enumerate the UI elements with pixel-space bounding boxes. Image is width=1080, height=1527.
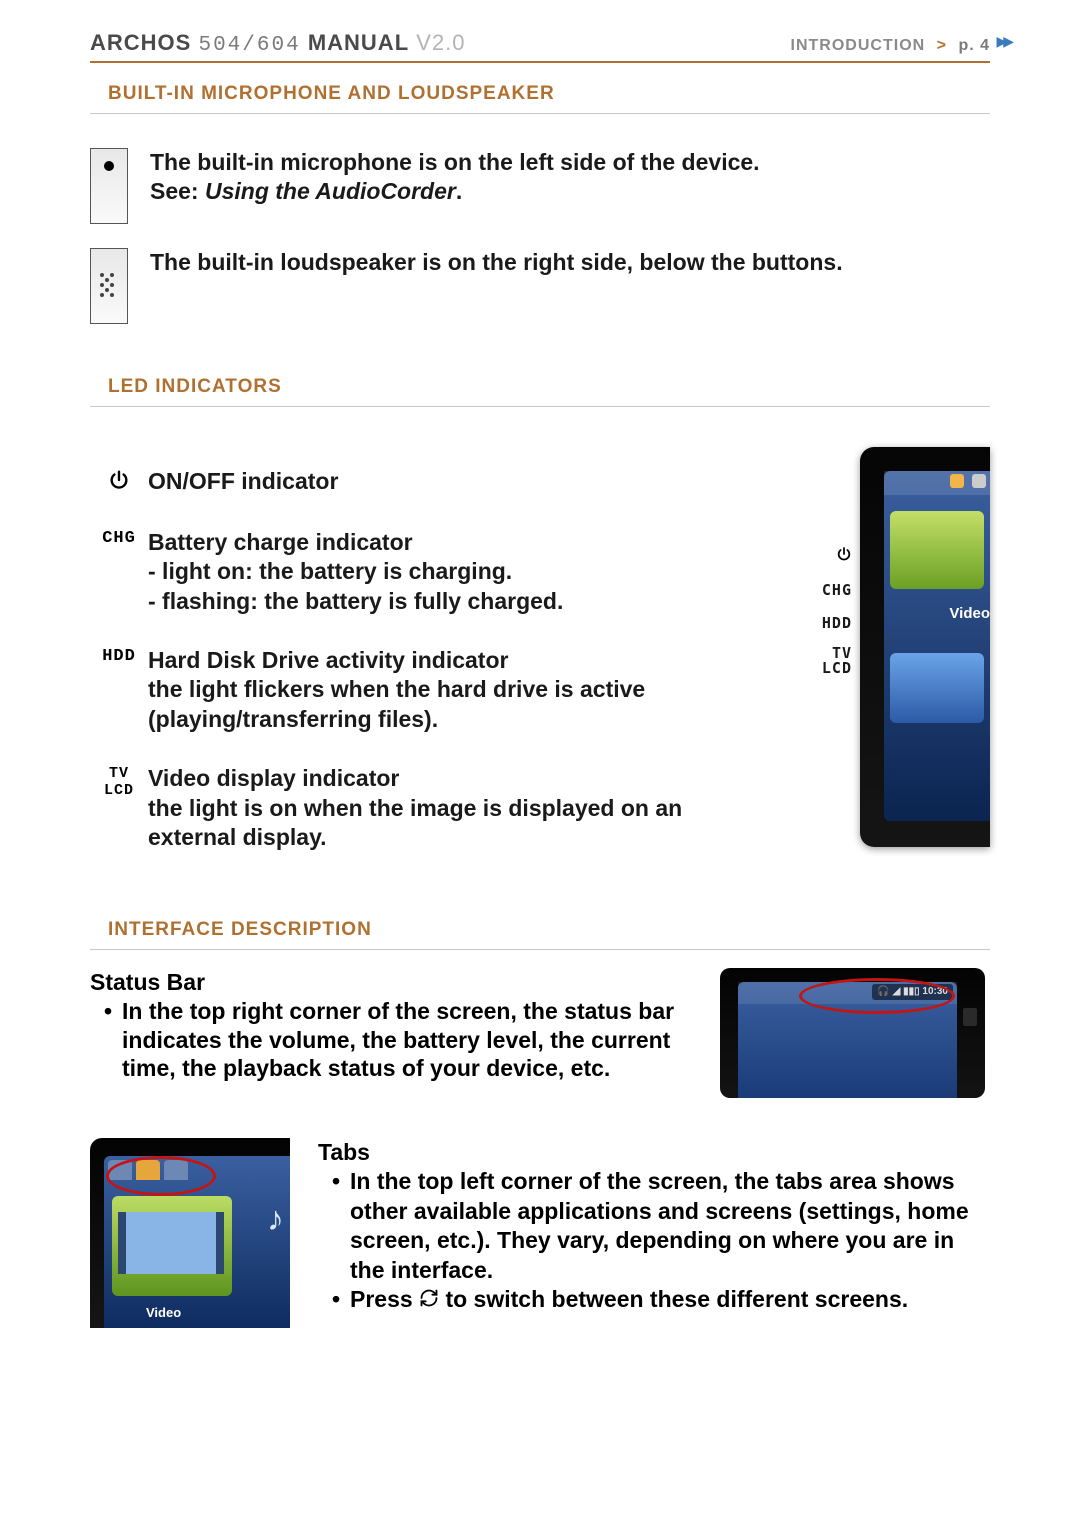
tabs-bullet-1: In the top left corner of the screen, th… (350, 1167, 990, 1285)
power-icon (90, 467, 148, 498)
statusbar-block: Status Bar • In the top right corner of … (90, 968, 990, 1098)
breadcrumb-section: INTRODUCTION (791, 37, 926, 54)
tabs-block: ♪ Video Tabs • In the top left corner of… (90, 1138, 990, 1328)
section-heading-mic-speaker: BUILT-IN MICROPHONE AND LOUDSPEAKER (90, 77, 990, 114)
chevron-right-icon: > (937, 37, 947, 54)
music-note-icon: ♪ (267, 1200, 284, 1239)
led-hdd-title: Hard Disk Drive activity indicator (148, 647, 508, 673)
statusbar-text: Status Bar • In the top right corner of … (90, 968, 704, 1083)
led-item-chg: CHG Battery charge indicator - light on:… (90, 528, 764, 616)
brand-line: ARCHOS 504/604 MANUAL V2.0 (90, 30, 466, 57)
led-block: ON/OFF indicator CHG Battery charge indi… (90, 447, 990, 867)
device-app-label: Video (949, 605, 990, 622)
statusbar-heading: Status Bar (90, 968, 704, 997)
tabs-app-label: Video (146, 1305, 181, 1320)
loudspeaker-thumbnail (90, 248, 128, 324)
statusbar-highlight-ring (799, 978, 955, 1014)
mic-reference: Using the AudioCorder (205, 178, 456, 204)
version: V2.0 (416, 30, 465, 55)
device-side-labels: CHG HDD TV LCD (822, 541, 852, 676)
tabs-b2b: to switch between these different screen… (439, 1286, 908, 1312)
brand: ARCHOS (90, 30, 191, 55)
loudspeaker-row: The built-in loudspeaker is on the right… (90, 248, 990, 324)
manual-label: MANUAL (308, 30, 409, 55)
mic-see-prefix: See: (150, 178, 205, 204)
page-header: ARCHOS 504/604 MANUAL V2.0 INTRODUCTION … (90, 30, 990, 63)
tabs-b2a: Press (350, 1286, 419, 1312)
lcd-label: LCD (104, 782, 134, 799)
cycle-icon (419, 1286, 439, 1315)
led-hdd-desc: Hard Disk Drive activity indicator the l… (148, 646, 764, 734)
side-power-icon (822, 541, 852, 574)
tabs-text: Tabs • In the top left corner of the scr… (318, 1138, 990, 1316)
tabs-highlight-ring (106, 1156, 216, 1196)
bullet-icon: • (104, 997, 122, 1083)
section-heading-led: LED INDICATORS (90, 370, 990, 407)
film-icon (118, 1212, 224, 1274)
bullet-icon: • (332, 1285, 350, 1316)
tabs-bullet-2: Press to switch between these different … (350, 1285, 908, 1316)
side-hdd: HDD (822, 607, 852, 640)
loudspeaker-text: The built-in loudspeaker is on the right… (150, 248, 843, 277)
mic-see-suffix: . (456, 178, 462, 204)
led-item-tvlcd: TV LCD Video display indicator the light… (90, 764, 764, 852)
tvlcd-label: TV LCD (90, 764, 148, 852)
led-power-title: ON/OFF indicator (148, 467, 338, 498)
led-item-hdd: HDD Hard Disk Drive activity indicator t… (90, 646, 764, 734)
tabs-heading: Tabs (318, 1138, 990, 1167)
model: 504/604 (198, 34, 300, 57)
bullet-icon: • (332, 1167, 350, 1285)
led-chg-l1: - light on: the battery is charging. (148, 557, 563, 586)
device-screen: Video (884, 471, 990, 821)
breadcrumb: INTRODUCTION > p. 4 (791, 37, 990, 55)
led-list: ON/OFF indicator CHG Battery charge indi… (90, 447, 764, 853)
device-app-tile-2 (890, 653, 984, 723)
led-tvlcd-desc: Video display indicator the light is on … (148, 764, 764, 852)
section-heading-interface: INTERFACE DESCRIPTION (90, 913, 990, 950)
side-chg: CHG (822, 574, 852, 607)
led-chg-desc: Battery charge indicator - light on: the… (148, 528, 563, 616)
device-figure: CHG HDD TV LCD Video (780, 447, 990, 867)
microphone-thumbnail (90, 148, 128, 224)
tv-label: TV (109, 765, 129, 782)
led-item-power: ON/OFF indicator (90, 467, 764, 498)
tabs-figure: ♪ Video (90, 1138, 290, 1328)
device-app-tile (890, 511, 984, 589)
side-tvlcd: TV LCD (822, 646, 852, 676)
led-hdd-text: the light flickers when the hard drive i… (148, 675, 764, 734)
led-chg-l2: - flashing: the battery is fully charged… (148, 587, 563, 616)
chg-label: CHG (90, 528, 148, 616)
device-body: Video (860, 447, 990, 847)
led-chg-title: Battery charge indicator (148, 529, 413, 555)
forward-icon: ▶▶ (996, 33, 1010, 50)
statusbar-figure: 🎧 ◢ ▮▮▯ 10:30 (720, 968, 990, 1098)
mic-line1: The built-in microphone is on the left s… (150, 149, 760, 175)
led-tvlcd-title: Video display indicator (148, 765, 399, 791)
statusbar-bullet: In the top right corner of the screen, t… (122, 997, 704, 1083)
microphone-text: The built-in microphone is on the left s… (150, 148, 760, 206)
hdd-label: HDD (90, 646, 148, 734)
page-number: p. 4 (958, 37, 990, 54)
device-topbar (884, 471, 990, 495)
side-lcd: LCD (822, 659, 852, 677)
microphone-row: The built-in microphone is on the left s… (90, 148, 990, 224)
led-tvlcd-text: the light is on when the image is displa… (148, 794, 764, 853)
